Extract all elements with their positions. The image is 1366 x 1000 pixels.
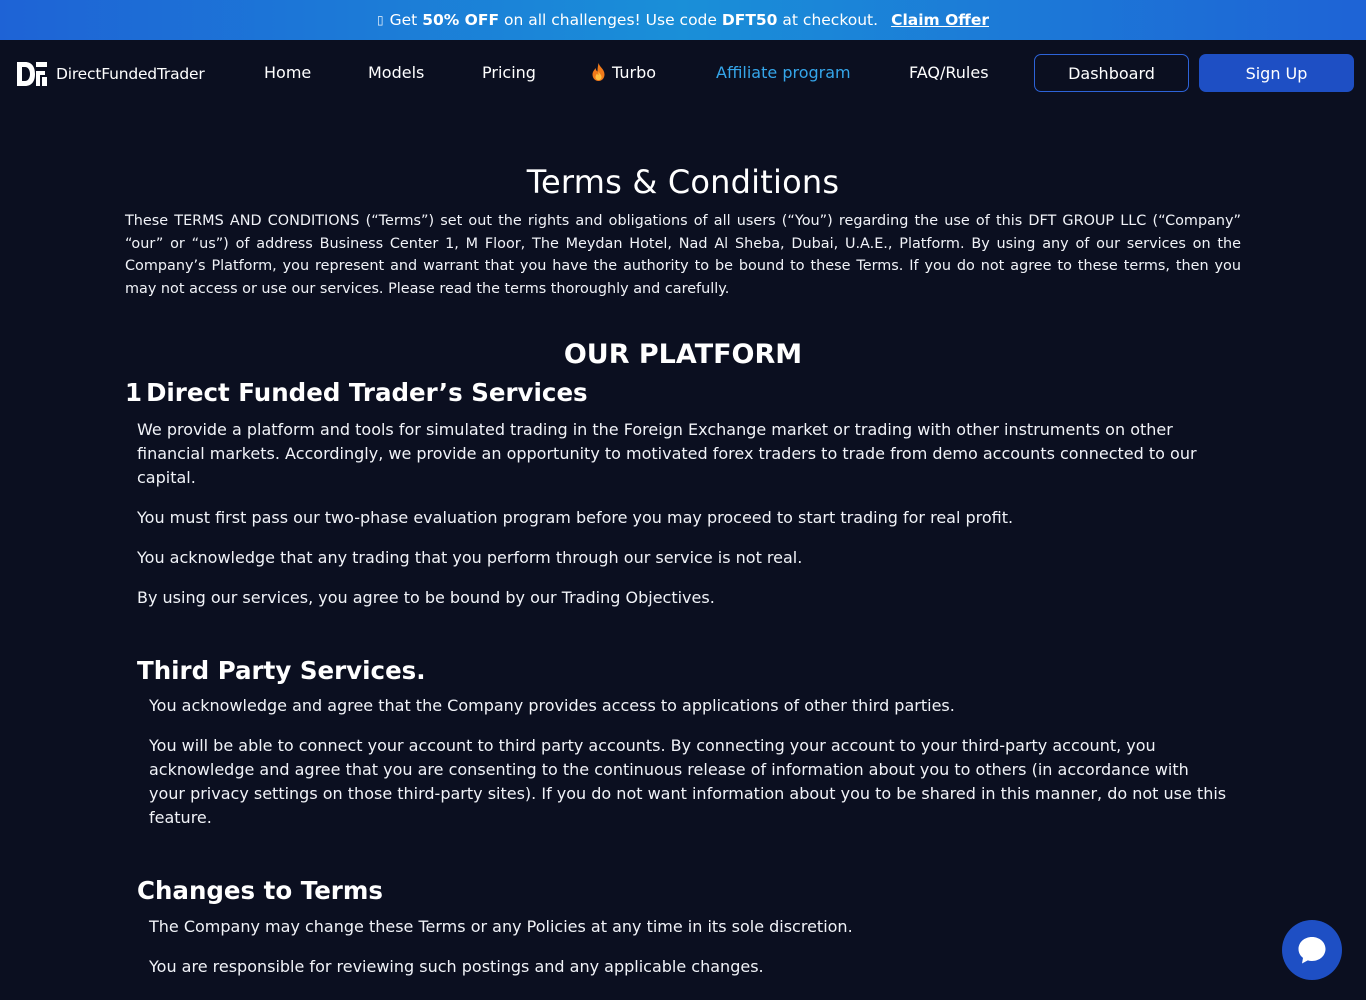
- page-title: Terms & Conditions: [526, 163, 840, 201]
- services-number: 1: [125, 378, 143, 407]
- third-party-paragraph: You acknowledge and agree that the Compa…: [149, 696, 955, 715]
- promo-banner: ▯ Get 50% OFF on all challenges! Use cod…: [0, 0, 1366, 40]
- fire-icon: [592, 63, 605, 81]
- services-paragraph: You acknowledge that any trading that yo…: [137, 548, 803, 567]
- third-party-paragraph: You will be able to connect your account…: [149, 736, 1227, 827]
- nav-models[interactable]: Models: [368, 61, 424, 85]
- promo-suffix: at checkout.: [782, 11, 879, 29]
- changes-heading: Changes to Terms: [137, 876, 384, 905]
- dashboard-button[interactable]: Dashboard: [1034, 54, 1189, 92]
- section-title: OUR PLATFORM: [563, 339, 803, 370]
- services-paragraph: You must first pass our two-phase evalua…: [137, 508, 1014, 527]
- nav-faq-rules[interactable]: FAQ/Rules: [909, 61, 989, 85]
- third-party-heading: Third Party Services.: [137, 656, 426, 685]
- services-title: Direct Funded Trader’s Services: [146, 378, 588, 407]
- brand-name: DirectFundedTrader: [56, 65, 205, 83]
- chat-button[interactable]: [1282, 920, 1342, 980]
- top-nav: DirectFundedTrader Home Models Pricing T…: [0, 40, 1366, 106]
- changes-paragraph: The Company may change these Terms or an…: [149, 917, 853, 936]
- sign-up-button[interactable]: Sign Up: [1199, 54, 1354, 92]
- promo-middle: on all challenges! Use code: [503, 11, 717, 29]
- services-paragraph: We provide a platform and tools for simu…: [137, 420, 1197, 487]
- intro-paragraph: These TERMS AND CONDITIONS (“Terms”) set…: [125, 213, 1241, 297]
- changes-paragraph: You are responsible for reviewing such p…: [149, 957, 764, 976]
- nav-home[interactable]: Home: [264, 61, 311, 85]
- nav-affiliate[interactable]: Affiliate program: [716, 61, 851, 85]
- logo-icon: [17, 62, 47, 86]
- promo-highlight: 50% OFF: [422, 11, 500, 29]
- promo-prefix: Get: [389, 11, 418, 29]
- brand-logo[interactable]: DirectFundedTrader: [16, 61, 205, 87]
- promo-code: DFT50: [721, 11, 778, 29]
- claim-offer-link[interactable]: Claim Offer: [891, 11, 989, 29]
- chat-bubble-icon: [1298, 937, 1326, 964]
- nav-turbo[interactable]: Turbo: [591, 61, 656, 85]
- nav-turbo-label: Turbo: [612, 63, 657, 82]
- services-heading: 1 Direct Funded Trader’s Services: [125, 378, 588, 407]
- services-paragraph: By using our services, you agree to be b…: [137, 588, 715, 607]
- nav-pricing[interactable]: Pricing: [482, 61, 536, 85]
- gift-icon: ▯: [377, 13, 384, 27]
